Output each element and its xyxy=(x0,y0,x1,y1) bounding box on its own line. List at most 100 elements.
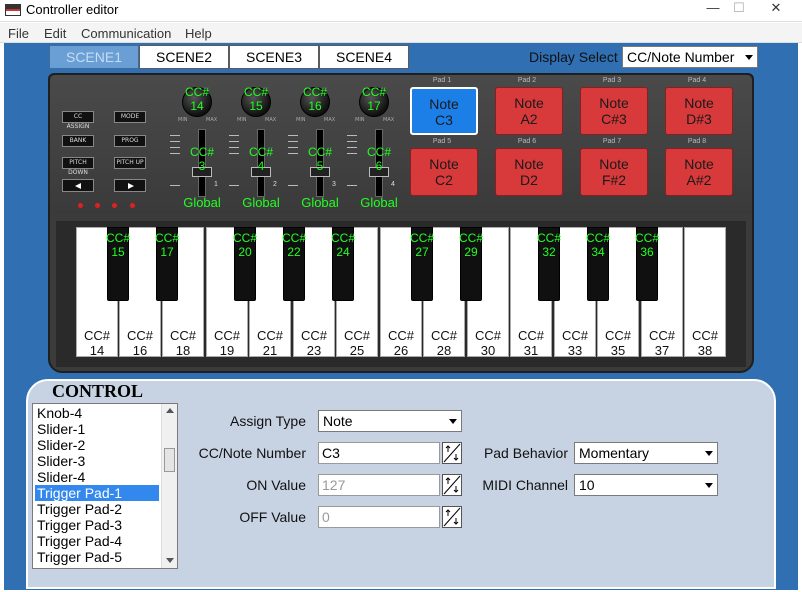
white-key-label: CC# 19 xyxy=(213,328,240,358)
chevron-down-icon xyxy=(449,419,457,424)
trigger-pad-5[interactable]: Note C2 xyxy=(410,148,478,196)
slider-4-cc-label: CC# 6 xyxy=(366,145,391,173)
list-item[interactable]: Slider-3 xyxy=(35,453,159,469)
knob-2-cc-label: CC# 15 xyxy=(243,85,268,113)
menu-help[interactable]: Help xyxy=(185,26,212,41)
trigger-pad-2[interactable]: Note A2 xyxy=(495,87,563,135)
black-key-label: CC# 17 xyxy=(154,231,179,259)
slider-3-global-label: Global xyxy=(301,195,339,210)
trigger-pad-3[interactable]: Note C#3 xyxy=(580,87,648,135)
bank-button[interactable]: BANK xyxy=(62,135,94,147)
slider-3-cc-label: CC# 5 xyxy=(307,145,332,173)
chevron-down-icon xyxy=(745,55,753,60)
tab-scene1[interactable]: SCENE1 xyxy=(49,45,139,69)
trigger-pad-1[interactable]: Note C3 xyxy=(410,87,478,135)
pad-5-label: Pad 5 xyxy=(432,138,452,145)
cc-note-stepper[interactable] xyxy=(442,442,462,464)
white-key-label: CC# 21 xyxy=(256,328,283,358)
white-key-label: CC# 26 xyxy=(387,328,414,358)
white-key-label: CC# 35 xyxy=(604,328,631,358)
tab-scene4[interactable]: SCENE4 xyxy=(319,45,409,69)
list-item[interactable]: Trigger Pad-2 xyxy=(35,501,159,517)
white-key-label: CC# 18 xyxy=(169,328,196,358)
chevron-down-icon xyxy=(705,483,713,488)
list-item[interactable]: Trigger Pad-4 xyxy=(35,533,159,549)
menu-bar: File Edit Communication Help xyxy=(0,23,802,43)
prog-button[interactable]: PROG xyxy=(114,135,146,147)
cc-note-label: CC/Note Number xyxy=(198,445,306,461)
trigger-pad-6[interactable]: Note D2 xyxy=(495,148,563,196)
trigger-pad-7[interactable]: Note F#2 xyxy=(580,148,648,196)
led-indicator xyxy=(95,203,100,208)
pad-7-label: Pad 7 xyxy=(602,138,622,145)
assign-type-select[interactable]: Note xyxy=(318,410,462,432)
pad-3-label: Pad 3 xyxy=(602,77,622,84)
display-select-label: Display Select xyxy=(529,49,618,65)
pitch-up-button[interactable]: PITCH UP xyxy=(114,157,146,169)
on-value-stepper[interactable] xyxy=(442,474,462,496)
led-indicator xyxy=(130,203,135,208)
list-item[interactable]: Trigger Pad-5 xyxy=(35,549,159,565)
knob-3-cc-label: CC# 16 xyxy=(302,85,327,113)
display-select-value: CC/Note Number xyxy=(627,49,735,65)
next-button[interactable] xyxy=(114,179,146,192)
list-item[interactable]: Trigger Pad-3 xyxy=(35,517,159,533)
white-key-label: CC# 23 xyxy=(300,328,327,358)
slider-4-global-label: Global xyxy=(360,195,398,210)
close-button[interactable]: ✕ xyxy=(758,0,794,18)
list-scrollbar[interactable] xyxy=(161,404,177,568)
black-key-label: CC# 20 xyxy=(232,231,257,259)
black-key-label: CC# 15 xyxy=(105,231,130,259)
control-list[interactable]: Knob-4 Slider-1 Slider-2 Slider-3 Slider… xyxy=(32,403,178,569)
control-title: CONTROL xyxy=(52,381,144,401)
pad-1-label: Pad 1 xyxy=(432,77,452,84)
list-item[interactable]: Knob-4 xyxy=(35,405,159,421)
prev-button[interactable] xyxy=(62,179,94,192)
on-value-input[interactable]: 127 xyxy=(318,474,440,496)
pad-behavior-label: Pad Behavior xyxy=(483,445,568,461)
trigger-pad-4[interactable]: Note D#3 xyxy=(665,87,733,135)
trigger-pad-8[interactable]: Note A#2 xyxy=(665,148,733,196)
cc-note-input[interactable]: C3 xyxy=(318,442,440,464)
white-key-label: CC# 31 xyxy=(517,328,544,358)
pad-8-label: Pad 8 xyxy=(687,138,707,145)
pad-4-label: Pad 4 xyxy=(687,77,707,84)
off-value-input[interactable]: 0 xyxy=(318,506,440,528)
pitch-down-button[interactable]: PITCH DOWN xyxy=(62,157,94,176)
chevron-down-icon xyxy=(705,451,713,456)
app-icon xyxy=(5,4,21,16)
display-select-dropdown[interactable]: CC/Note Number xyxy=(622,46,758,68)
led-indicator xyxy=(78,203,83,208)
list-item-selected[interactable]: Trigger Pad-1 xyxy=(35,485,159,501)
black-key-label: CC# 29 xyxy=(458,231,483,259)
keyboard: CC# 14 CC# 16 CC# 18 CC# 19 CC# 21 CC# 23 CC# 2… xyxy=(56,221,746,367)
cc-assign-button[interactable]: CC ASSIGN xyxy=(62,111,94,130)
menu-edit[interactable]: Edit xyxy=(44,26,66,41)
menu-file[interactable]: File xyxy=(8,26,29,41)
scroll-down-icon[interactable] xyxy=(166,558,174,563)
menu-communication[interactable]: Communication xyxy=(81,26,171,41)
midi-channel-select[interactable]: 10 xyxy=(574,474,718,496)
scroll-thumb[interactable] xyxy=(164,448,175,472)
maximize-button[interactable]: ☐ xyxy=(722,0,756,18)
controller-device: CC ASSIGN MODE BANK PROG PITCH DOWN PITC… xyxy=(48,73,754,373)
pad-behavior-select[interactable]: Momentary xyxy=(574,442,718,464)
led-indicator xyxy=(112,203,117,208)
tab-scene3[interactable]: SCENE3 xyxy=(229,45,319,69)
white-key-label: CC# 16 xyxy=(126,328,153,358)
mode-button[interactable]: MODE xyxy=(114,111,146,123)
window-title: Controller editor xyxy=(26,2,119,17)
off-value-stepper[interactable] xyxy=(442,506,462,528)
white-key-label: CC# 25 xyxy=(343,328,370,358)
scroll-up-icon[interactable] xyxy=(166,408,174,413)
editor-area: SCENE1 SCENE2 SCENE3 SCENE4 Display Sele… xyxy=(4,43,798,590)
list-item[interactable]: Slider-2 xyxy=(35,437,159,453)
tab-scene2[interactable]: SCENE2 xyxy=(139,45,229,69)
slider-2-cc-label: CC# 4 xyxy=(248,145,273,173)
white-key-label: CC# 14 xyxy=(83,328,110,358)
list-item[interactable]: Slider-4 xyxy=(35,469,159,485)
list-item[interactable]: Slider-1 xyxy=(35,421,159,437)
pad-2-label: Pad 2 xyxy=(517,77,537,84)
slider-1-cc-label: CC# 3 xyxy=(189,145,214,173)
arrow-left-icon xyxy=(75,183,81,189)
